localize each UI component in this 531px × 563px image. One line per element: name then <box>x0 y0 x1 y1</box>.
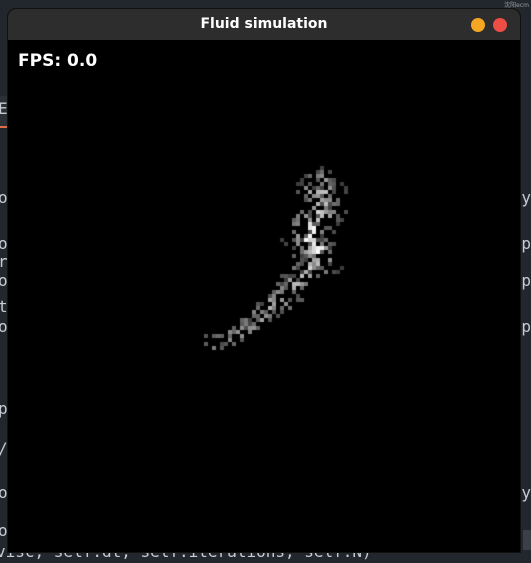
minimize-button[interactable] <box>471 18 485 32</box>
editor-scrollbar-thumb[interactable] <box>523 530 531 550</box>
window-title: Fluid simulation <box>200 16 328 32</box>
close-button[interactable] <box>493 18 507 32</box>
fluid-density-canvas[interactable] <box>8 40 520 552</box>
editor-fragment-left: / <box>0 440 8 458</box>
window-titlebar[interactable]: Fluid simulation <box>8 9 520 40</box>
editor-fragment-left: p <box>0 399 8 418</box>
editor-corner-label: 沈阳ecm <box>504 2 529 9</box>
simulation-canvas-area[interactable]: FPS: 0.0 <box>8 40 520 552</box>
editor-tab-accent <box>0 126 8 128</box>
fluid-simulation-window: Fluid simulation FPS: 0.0 <box>8 9 520 552</box>
fps-counter: FPS: 0.0 <box>18 51 98 71</box>
